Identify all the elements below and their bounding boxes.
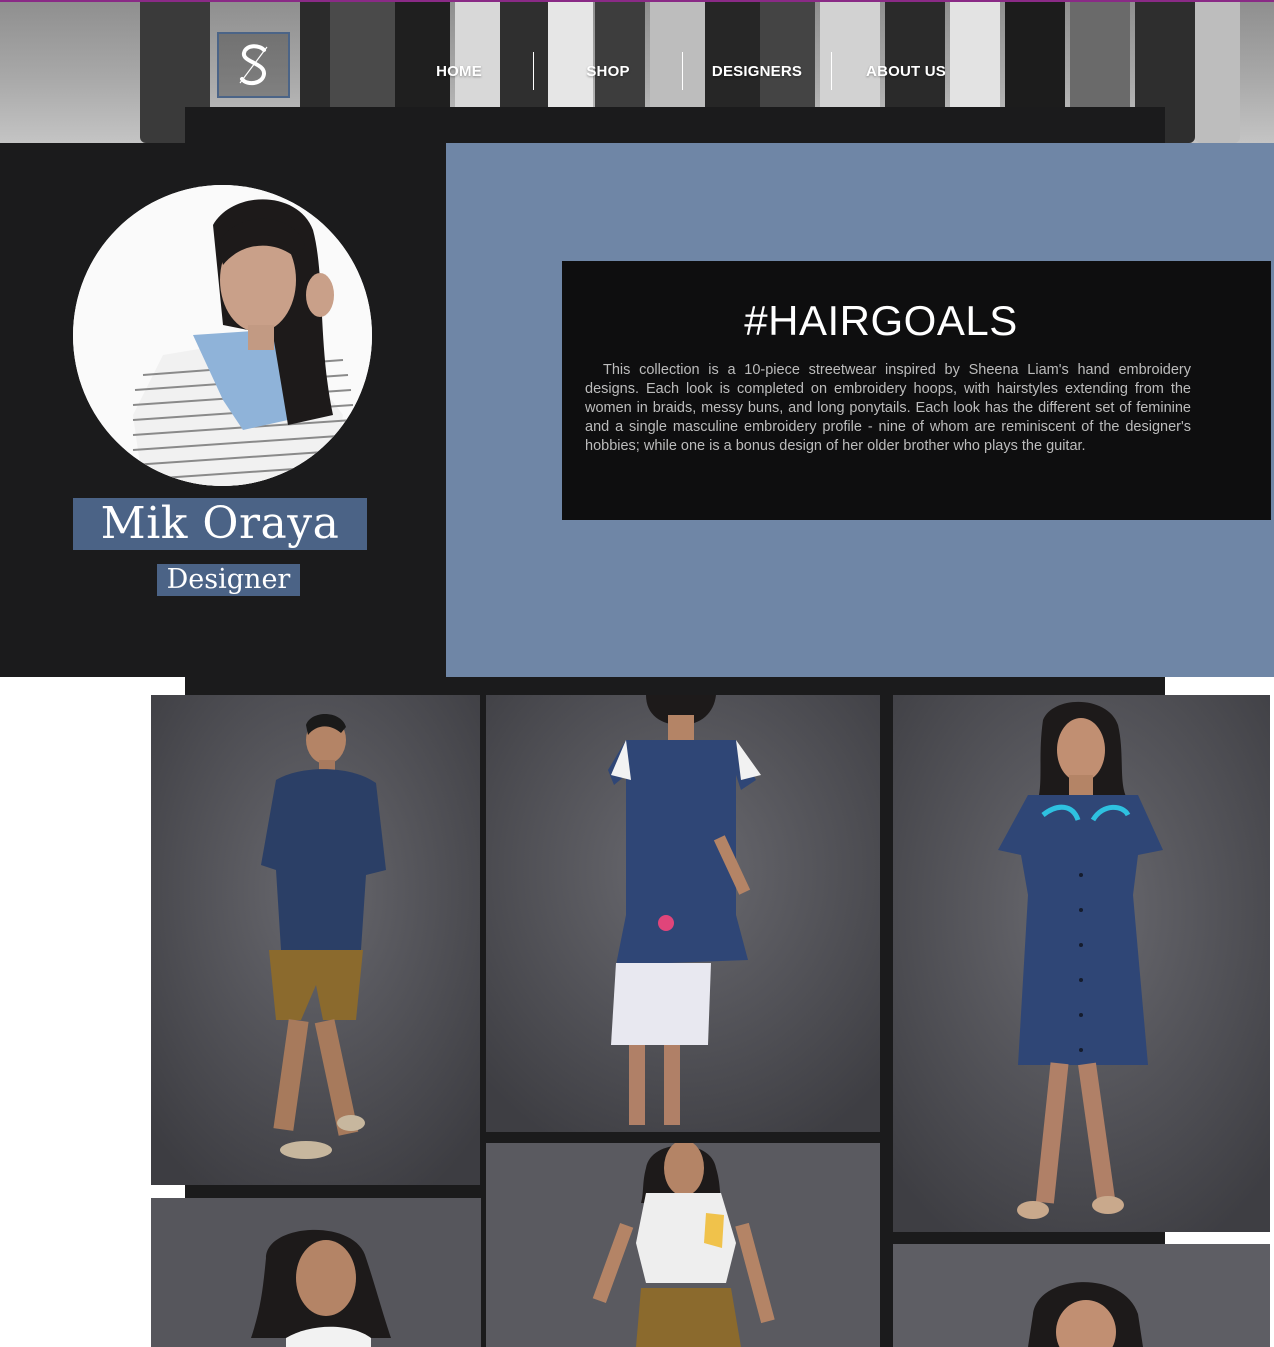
gallery-photo-5[interactable] (486, 1143, 880, 1347)
collection-description: This collection is a 10-piece streetwear… (585, 362, 1191, 454)
gallery-photo-3[interactable] (893, 695, 1270, 1232)
designer-avatar (73, 185, 372, 486)
gallery-photo-4[interactable] (151, 1198, 481, 1347)
nav-home[interactable]: HOME (385, 52, 533, 90)
gallery-photo-6[interactable] (893, 1244, 1270, 1347)
header-dark-band (185, 107, 1165, 143)
nav-shop[interactable]: SHOP (534, 52, 682, 90)
nav-about-us[interactable]: ABOUT US (832, 52, 980, 90)
gallery-photo-1[interactable] (151, 695, 480, 1185)
main-navigation: HOME SHOP DESIGNERS ABOUT US (385, 52, 980, 90)
designer-role: Designer (157, 564, 300, 596)
gallery-photo-2[interactable] (486, 695, 880, 1132)
site-logo[interactable] (217, 32, 290, 98)
collection-title: #HAIRGOALS (744, 297, 1018, 344)
s-monogram-logo-icon (239, 44, 267, 86)
collection-info-box: #HAIRGOALS This collection is a 10-piece… (562, 261, 1271, 520)
designer-name: Mik Oraya (73, 498, 367, 550)
nav-designers[interactable]: DESIGNERS (683, 52, 831, 90)
